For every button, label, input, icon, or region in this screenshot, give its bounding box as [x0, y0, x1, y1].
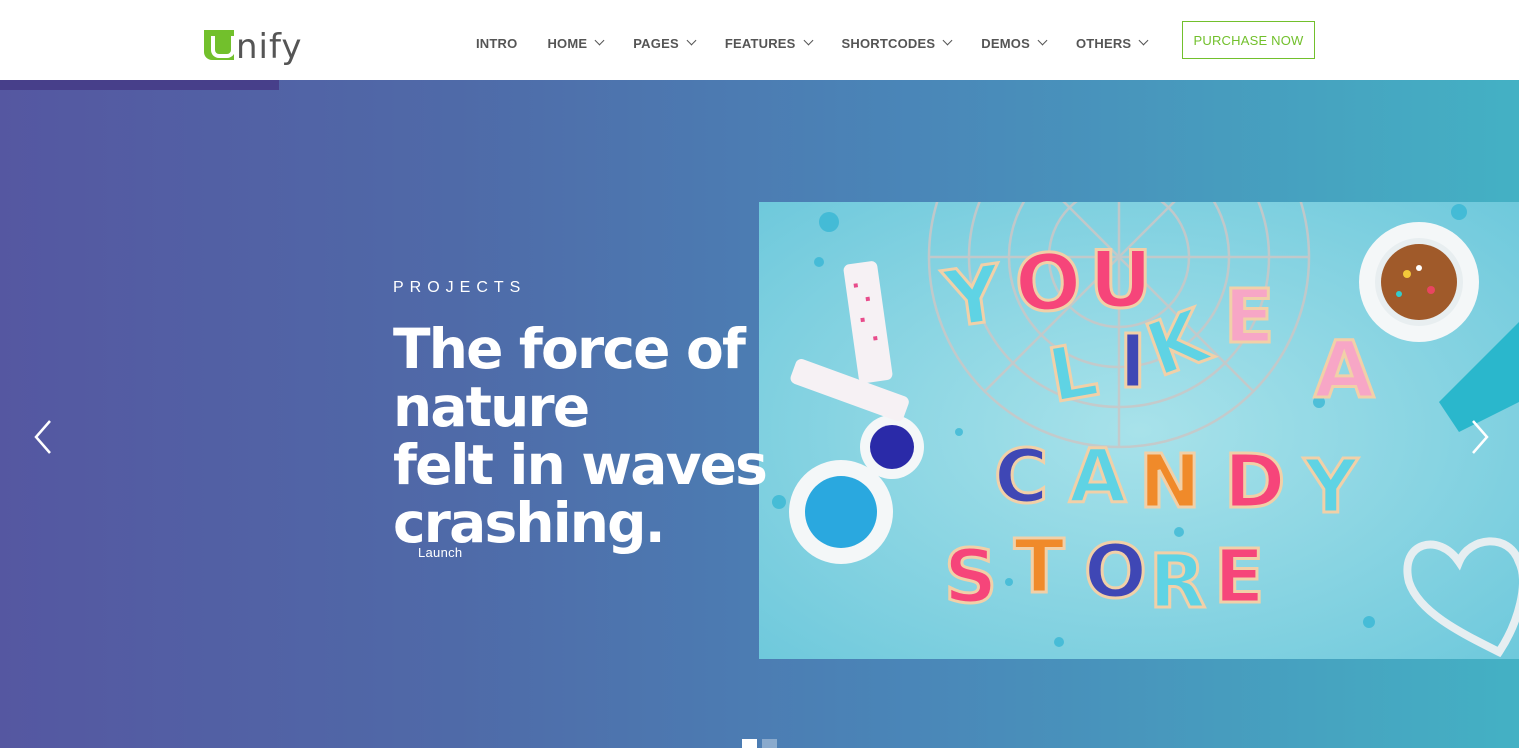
- nav-item-demos[interactable]: DEMOS: [981, 35, 1048, 51]
- logo[interactable]: nify: [204, 20, 303, 64]
- slide-pagination: [742, 739, 777, 748]
- svg-text:N: N: [1139, 439, 1201, 525]
- hero-headline: The force of nature felt in waves crashi…: [393, 320, 913, 552]
- headline-line: crashing.: [393, 491, 666, 555]
- chevron-down-icon: [1138, 35, 1149, 45]
- nav-item-label: HOME: [547, 35, 588, 51]
- chevron-down-icon: [594, 35, 605, 45]
- main-nav: INTRO HOME PAGES FEATURES SHORTCODES DEM…: [476, 0, 1177, 80]
- nav-item-home[interactable]: HOME: [547, 35, 605, 51]
- svg-text:O: O: [1012, 237, 1084, 331]
- svg-text:T: T: [1014, 524, 1065, 610]
- prev-slide-button[interactable]: [32, 419, 56, 454]
- svg-text:D: D: [1224, 439, 1285, 525]
- chevron-right-icon: [1472, 420, 1489, 454]
- svg-text:O: O: [1084, 529, 1147, 615]
- nav-item-label: DEMOS: [981, 35, 1030, 51]
- svg-text:E: E: [1224, 274, 1275, 360]
- nav-item-label: SHORTCODES: [841, 35, 936, 51]
- chevron-down-icon: [1037, 35, 1048, 45]
- nav-item-pages[interactable]: PAGES: [633, 35, 697, 51]
- svg-text:R: R: [1149, 539, 1206, 625]
- hero-eyebrow: PROJECTS: [393, 279, 527, 296]
- chevron-down-icon: [803, 35, 813, 45]
- logo-text: nify: [236, 27, 303, 67]
- svg-text:S: S: [944, 534, 997, 620]
- svg-text:A: A: [1314, 326, 1374, 416]
- nav-item-label: INTRO: [476, 35, 518, 51]
- nav-item-label: OTHERS: [1075, 35, 1132, 51]
- chevron-down-icon: [686, 35, 697, 45]
- chevron-down-icon: [942, 35, 953, 45]
- nav-item-shortcodes[interactable]: SHORTCODES: [841, 35, 953, 51]
- slide-dot-1[interactable]: [742, 739, 757, 748]
- headline-line: felt in waves: [393, 433, 768, 497]
- purchase-now-button[interactable]: PURCHASE NOW: [1182, 21, 1315, 59]
- site-header: nify INTRO HOME PAGES FEATURES SHORTCODE…: [0, 0, 1519, 80]
- svg-text:Y: Y: [1303, 444, 1359, 530]
- slide-dot-2[interactable]: [762, 739, 777, 748]
- svg-text:C: C: [994, 434, 1048, 520]
- svg-text:E: E: [1214, 534, 1265, 620]
- nav-item-label: PAGES: [633, 35, 679, 51]
- headline-line: The force of nature: [393, 317, 746, 439]
- slide-progress-bar: [0, 80, 279, 90]
- nav-item-intro[interactable]: INTRO: [476, 36, 517, 51]
- svg-text:A: A: [1069, 434, 1126, 520]
- nav-item-label: FEATURES: [724, 35, 796, 51]
- nav-item-others[interactable]: OTHERS: [1075, 35, 1149, 51]
- logo-mark: [204, 30, 235, 60]
- hero-slider: Y O U L I K E A C A N D Y S T O R E PROJ…: [0, 80, 1519, 748]
- sprinkle-bowl-top-right: [1359, 222, 1479, 342]
- nav-item-features[interactable]: FEATURES: [724, 35, 813, 51]
- next-slide-button[interactable]: [1467, 419, 1491, 454]
- chevron-left-icon: [34, 420, 51, 454]
